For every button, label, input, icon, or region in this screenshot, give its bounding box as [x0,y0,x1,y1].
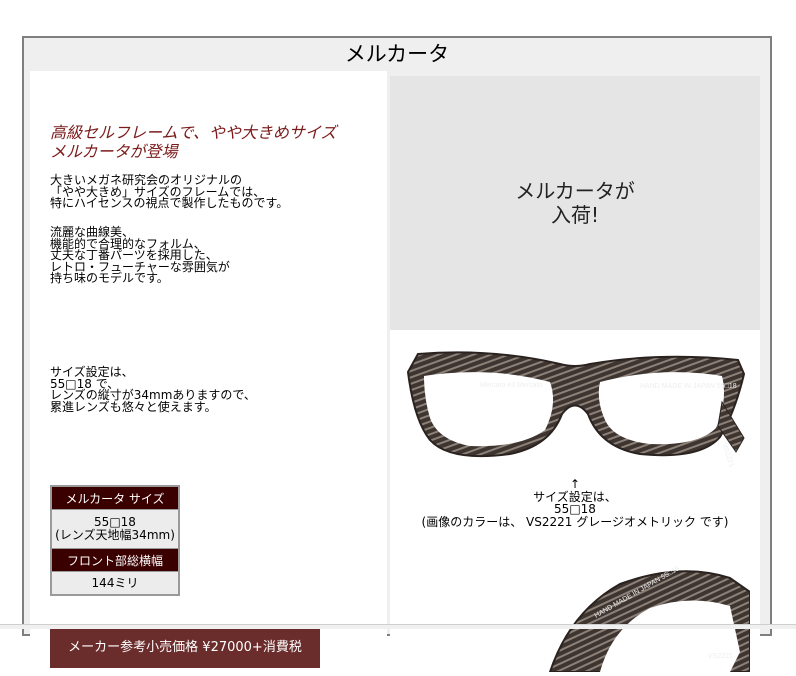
bottom-divider [0,624,796,629]
tagline-line: 高級セルフレームで、やや大きめサイズ [50,123,337,142]
tagline: 高級セルフレームで、やや大きめサイズ メルカータが登場 [50,123,370,161]
glasses-front-image: Mercato e3 Mercato HAND MADE IN JAPAN 55… [400,342,750,480]
text-line: 累進レンズも悠々と使えます。 [50,399,217,414]
design-paragraph: 流麗な曲線美、 機能的で合理的なフォルム、 丈夫な丁番パーツを採用した、 レトロ… [50,226,230,285]
arrival-announcement: メルカータが 入荷! [390,76,760,330]
price-box: メーカー参考小売価格 ¥27000+消費税 [50,628,320,668]
glasses-photo-front: Mercato e3 Mercato HAND MADE IN JAPAN 55… [400,342,750,480]
announcement-line: メルカータが [515,179,635,203]
size-paragraph: サイズ設定は、 55□18 で、 レンズの縦寸が34mmありますので、 累進レン… [50,366,256,414]
size-table: メルカータ サイズ 55□18 (レンズ天地幅34mm) フロント部総横幅 14… [50,485,180,596]
frame-print: HAND MADE IN JAPAN 55□18 [640,383,737,390]
caption-line: 55□18 [554,502,596,516]
tagline-line: メルカータが登場 [50,142,178,161]
announcement-line: 入荷! [550,203,600,227]
text-line: 特にハイセンスの視点で製作したものです。 [50,196,289,210]
content-frame: メルカータ 高級セルフレームで、やや大きめサイズ メルカータが登場 大きいメガネ… [22,36,772,673]
size-header: メルカータ サイズ [50,485,180,510]
size-value: 55□18 (レンズ天地幅34mm) [50,509,180,549]
page-title: メルカータ [344,42,450,66]
photo-caption: ↑ サイズ設定は、 55□18 (画像のカラーは、 VS2221 グレージオメト… [390,478,760,528]
glasses-photo-angle: HAND MADE IN JAPAN 55□18 VS2221 [400,532,751,673]
glasses-angle-image: HAND MADE IN JAPAN 55□18 VS2221 [400,532,751,673]
width-header: フロント部総横幅 [50,548,180,572]
size-value-line: (レンズ天地幅34mm) [55,528,175,542]
caption-line: (画像のカラーは、 VS2221 グレージオメトリック です) [421,514,729,529]
intro-paragraph: 大きいメガネ研究会のオリジナルの 「やや大きめ」サイズのフレームでは、 特にハイ… [50,174,289,210]
frame-print: Mercato e3 Mercato [480,382,542,389]
width-value: 144ミリ [50,571,180,596]
temple-print: VS2221 [708,653,733,660]
left-column: 高級セルフレームで、やや大きめサイズ メルカータが登場 大きいメガネ研究会のオリ… [30,71,387,668]
text-line: 持ち味のモデルです。 [50,271,169,285]
right-column: メルカータが 入荷! Mercato e3 Mercato HAND MADE … [390,76,760,673]
caption-arrow: ↑ [569,477,581,491]
